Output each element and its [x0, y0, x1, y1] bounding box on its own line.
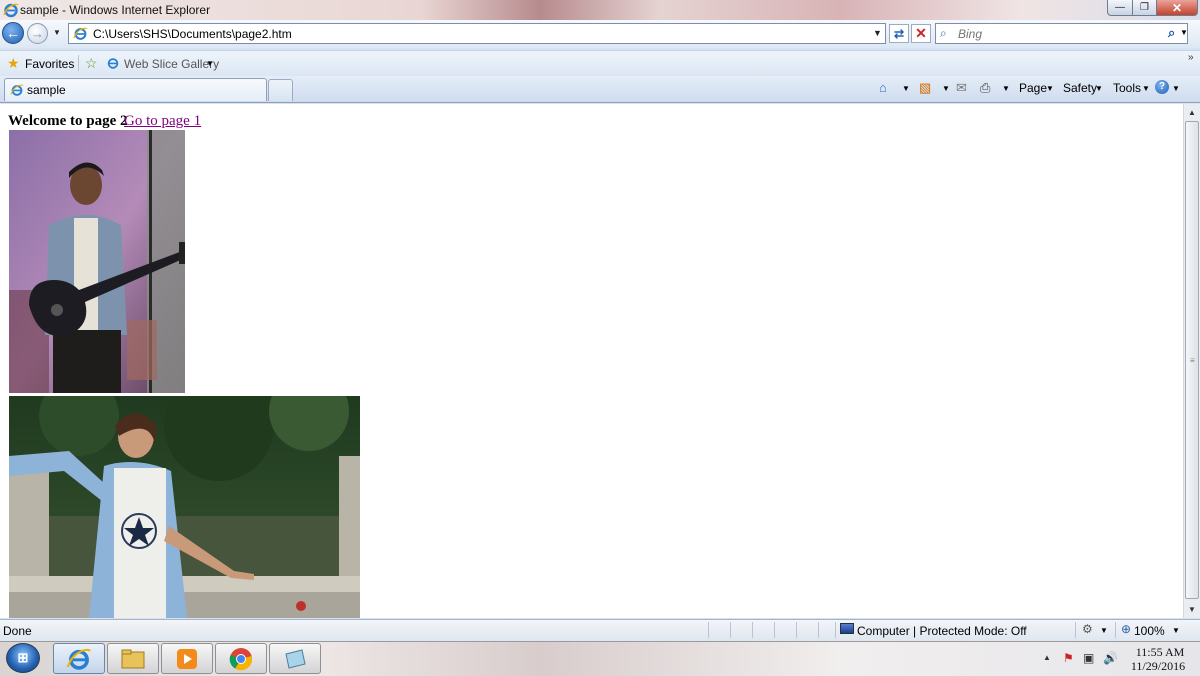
- toolbar-divider: [78, 55, 79, 71]
- web-slice-icon: [107, 58, 119, 69]
- protected-mode-icon[interactable]: ⚙: [1082, 622, 1093, 636]
- windows-logo-icon: ⊞: [17, 650, 29, 665]
- zoom-icon[interactable]: ⊕: [1121, 622, 1131, 636]
- folder-icon: [121, 649, 145, 668]
- maximize-button[interactable]: ❐: [1132, 0, 1157, 16]
- go-to-page-1-link[interactable]: Go to page 1: [124, 113, 201, 130]
- back-arrow-icon: ←: [6, 25, 20, 41]
- page-menu[interactable]: Page: [1019, 81, 1047, 95]
- tools-menu-chevron-icon[interactable]: ▼: [1142, 84, 1150, 93]
- read-mail-icon[interactable]: ✉: [956, 80, 967, 96]
- taskbar-chrome[interactable]: [215, 643, 267, 674]
- taskbar-notepad[interactable]: [269, 643, 321, 674]
- forward-button[interactable]: →: [27, 23, 48, 44]
- clock-date[interactable]: 11/29/2016: [1128, 659, 1188, 674]
- stop-icon: ✕: [915, 25, 927, 41]
- address-bar[interactable]: C:\Users\SHS\Documents\page2.htm ▼: [68, 23, 886, 44]
- notepad-icon: [285, 648, 306, 669]
- status-divider: [796, 622, 797, 638]
- page-heading: Welcome to page 2: [8, 113, 128, 129]
- volume-icon[interactable]: 🔊: [1103, 651, 1118, 665]
- outdoor-photo: [9, 396, 360, 618]
- search-input[interactable]: [958, 25, 1158, 42]
- guitarist-photo: [9, 130, 185, 393]
- status-divider: [730, 622, 731, 638]
- network-icon[interactable]: ▣: [1083, 651, 1094, 665]
- back-button[interactable]: ←: [2, 22, 24, 44]
- status-divider: [752, 622, 753, 638]
- show-hidden-icons-icon[interactable]: ▲: [1043, 653, 1051, 662]
- internet-explorer-icon: [66, 648, 91, 670]
- scrollbar-thumb[interactable]: ≡: [1185, 121, 1199, 599]
- scroll-down-icon[interactable]: ▼: [1184, 601, 1200, 617]
- home-dropdown-icon[interactable]: ▼: [902, 84, 910, 93]
- help-dropdown-icon[interactable]: ▼: [1172, 84, 1180, 93]
- zoom-level[interactable]: 100%: [1134, 624, 1165, 638]
- web-slice-gallery-button[interactable]: Web Slice Gallery: [124, 57, 219, 71]
- title-bar[interactable]: sample - Windows Internet Explorer: [0, 0, 1200, 20]
- scroll-up-icon[interactable]: ▲: [1184, 104, 1200, 120]
- compatibility-view-button[interactable]: ⇄: [889, 24, 909, 43]
- page-content: Welcome to page 2 Go to page 1: [0, 104, 1183, 618]
- refresh-icon: ⇄: [893, 26, 905, 41]
- taskbar-media-player[interactable]: [161, 643, 213, 674]
- start-button[interactable]: ⊞: [6, 643, 40, 673]
- address-input[interactable]: C:\Users\SHS\Documents\page2.htm: [93, 27, 292, 41]
- favorites-star-icon[interactable]: ★: [7, 55, 20, 72]
- home-icon[interactable]: ⌂: [879, 80, 887, 95]
- vertical-scrollbar[interactable]: ▲ ≡ ▼: [1183, 104, 1200, 618]
- chevron-down-icon[interactable]: ▼: [1100, 626, 1108, 635]
- help-icon[interactable]: ?: [1155, 80, 1169, 94]
- bing-search-icon: ⌕: [940, 26, 947, 40]
- feeds-dropdown-icon[interactable]: ▼: [942, 84, 950, 93]
- tab-favicon-icon: [10, 84, 24, 96]
- feeds-icon[interactable]: ▧: [919, 80, 931, 96]
- tab-sample[interactable]: sample: [4, 78, 267, 101]
- tools-menu[interactable]: Tools: [1113, 81, 1141, 95]
- status-divider: [774, 622, 775, 638]
- status-divider: [1075, 622, 1076, 638]
- print-icon[interactable]: ⎙: [980, 80, 990, 96]
- page-menu-chevron-icon[interactable]: ▼: [1046, 84, 1054, 93]
- status-divider: [835, 622, 836, 638]
- zoom-dropdown-icon[interactable]: ▼: [1172, 626, 1180, 635]
- tab-label: sample: [27, 83, 66, 97]
- print-dropdown-icon[interactable]: ▼: [1002, 84, 1010, 93]
- safety-menu-chevron-icon[interactable]: ▼: [1095, 84, 1103, 93]
- forward-arrow-icon: →: [31, 26, 44, 41]
- page-icon: [73, 27, 88, 40]
- taskbar-file-explorer[interactable]: [107, 643, 159, 674]
- address-dropdown-icon[interactable]: ▼: [873, 28, 882, 38]
- clock-time[interactable]: 11:55 AM: [1134, 645, 1186, 660]
- add-to-favorites-icon[interactable]: ☆: [85, 55, 98, 72]
- safety-menu[interactable]: Safety: [1063, 81, 1097, 95]
- status-divider: [708, 622, 709, 638]
- toolbar-overflow-icon[interactable]: »: [1188, 52, 1194, 63]
- action-center-icon[interactable]: ⚑: [1063, 651, 1074, 665]
- status-divider: [818, 622, 819, 638]
- media-player-icon: [177, 648, 197, 669]
- taskbar-internet-explorer[interactable]: [53, 643, 105, 674]
- window-title: sample - Windows Internet Explorer: [20, 3, 211, 17]
- chevron-down-icon[interactable]: ▼: [206, 59, 214, 68]
- status-divider: [1115, 622, 1116, 638]
- chrome-icon: [229, 647, 253, 670]
- scrollbar-grip-icon: ≡: [1190, 356, 1195, 365]
- status-text: Done: [3, 624, 32, 638]
- computer-zone-icon: [840, 623, 854, 634]
- new-tab-button[interactable]: [268, 79, 293, 101]
- internet-explorer-icon: [3, 3, 19, 18]
- search-options-dropdown-icon[interactable]: ▼: [1180, 28, 1188, 37]
- stop-button[interactable]: ✕: [911, 24, 931, 43]
- security-zone-text[interactable]: Computer | Protected Mode: Off: [857, 624, 1027, 638]
- search-box[interactable]: ⌕ ⌕ ▼: [935, 23, 1188, 44]
- recent-pages-dropdown-icon[interactable]: ▼: [53, 28, 61, 37]
- close-button[interactable]: ✕: [1156, 0, 1198, 16]
- favorites-button[interactable]: Favorites: [25, 57, 74, 71]
- search-icon[interactable]: ⌕: [1168, 25, 1175, 41]
- minimize-button[interactable]: —: [1107, 0, 1133, 16]
